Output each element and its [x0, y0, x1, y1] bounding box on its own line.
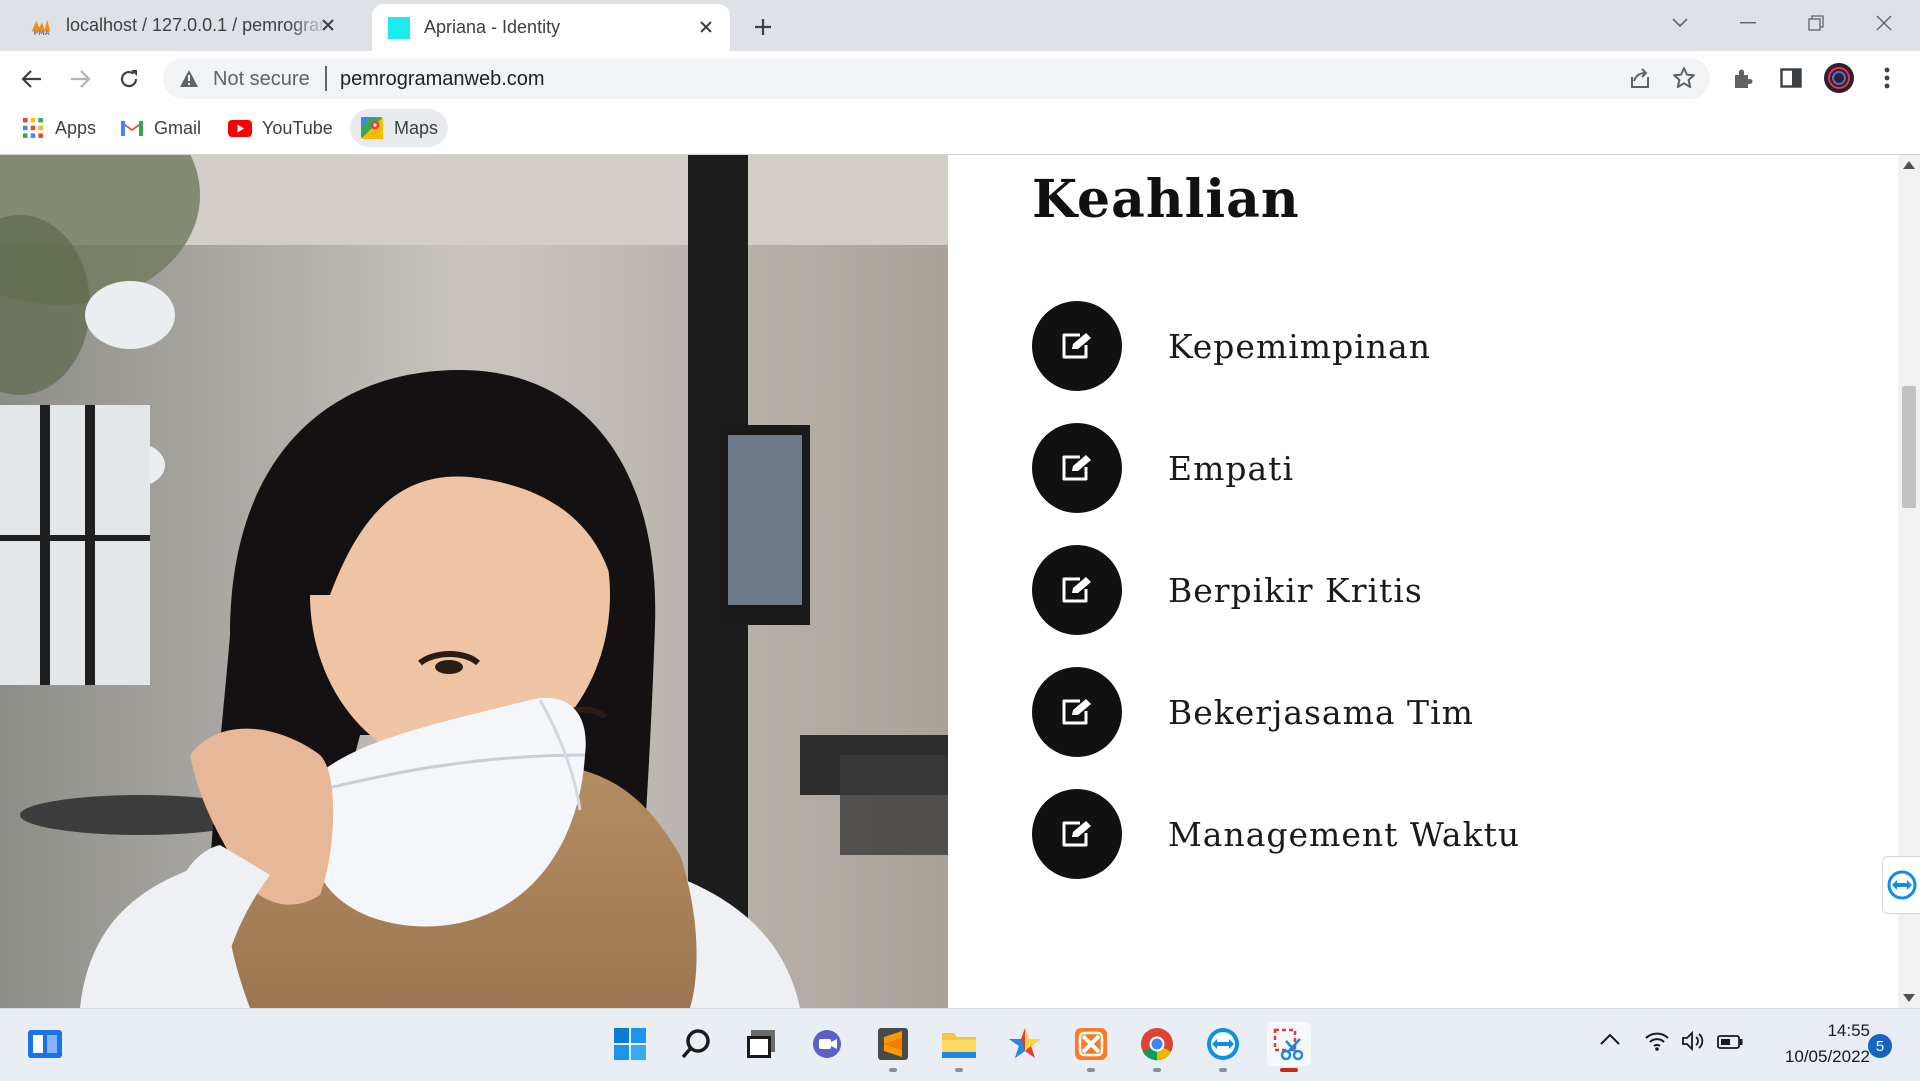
scrollbar-thumb[interactable] [1902, 386, 1916, 508]
separator [325, 66, 327, 91]
edit-icon [1062, 455, 1091, 481]
edit-icon [1062, 821, 1091, 847]
close-tab-icon[interactable] [316, 13, 340, 37]
scroll-up-icon[interactable] [1903, 161, 1915, 169]
search-icon[interactable] [674, 1022, 718, 1066]
tab-apriana-identity[interactable]: Apriana - Identity [372, 4, 730, 51]
notification-badge[interactable]: 5 [1868, 1034, 1892, 1058]
skill-label: Bekerjasama Tim [1168, 692, 1474, 732]
clock-date[interactable]: 10/05/2022 [1760, 1047, 1870, 1067]
clock-time[interactable]: 14:55 [1790, 1021, 1870, 1041]
taskbar: 14:55 10/05/2022 5 [0, 1008, 1920, 1081]
apps-grid-icon [21, 116, 45, 140]
skill-item: Management Waktu [1032, 789, 1520, 879]
teamviewer-icon[interactable] [1201, 1022, 1245, 1072]
tab-phpmyadmin[interactable]: PMA localhost / 127.0.0.1 / pemrograman [0, 0, 360, 51]
back-icon[interactable] [15, 62, 49, 96]
chat-icon[interactable] [805, 1022, 849, 1066]
edit-icon [1062, 333, 1091, 359]
running-indicator [1219, 1068, 1227, 1072]
new-tab-button[interactable] [748, 12, 778, 42]
phpmyadmin-icon: PMA [30, 15, 52, 37]
sublime-icon[interactable] [871, 1022, 915, 1072]
running-indicator [1153, 1068, 1161, 1072]
bookmark-maps[interactable]: Maps [350, 109, 449, 147]
gmail-icon [120, 116, 144, 140]
forward-icon[interactable] [63, 62, 97, 96]
task-view-icon[interactable] [739, 1022, 783, 1066]
tab-title: Apriana - Identity [424, 17, 561, 37]
maps-icon [360, 116, 384, 140]
url-text[interactable]: pemrogramanweb.com [340, 68, 545, 91]
skill-item: Empati [1032, 423, 1294, 513]
section-title: Keahlian [1032, 169, 1300, 230]
bookmark-gmail[interactable]: Gmail [110, 109, 211, 147]
running-indicator [955, 1068, 963, 1072]
restore-icon[interactable] [1796, 8, 1836, 38]
side-panel-icon[interactable] [1775, 62, 1807, 94]
cyan-square-icon [388, 16, 410, 39]
youtube-icon [228, 116, 252, 140]
scroll-down-icon[interactable] [1903, 994, 1915, 1002]
skill-label: Kepemimpinan [1168, 326, 1431, 366]
close-tab-icon[interactable] [694, 15, 718, 39]
volume-icon[interactable] [1681, 1031, 1705, 1051]
chevron-up-icon[interactable] [1600, 1033, 1620, 1045]
menu-icon[interactable] [1871, 62, 1903, 94]
battery-icon[interactable] [1717, 1035, 1743, 1049]
bookmark-label: Gmail [154, 117, 202, 138]
bookmark-apps[interactable]: Apps [11, 109, 106, 147]
skills-section: Keahlian Kepemimpinan Empati Berpikir Kr… [948, 155, 1898, 1008]
edit-icon [1062, 699, 1091, 725]
tab-search-icon[interactable] [1660, 8, 1700, 38]
bookmark-label: YouTube [262, 117, 333, 138]
teamviewer-widget[interactable] [1882, 856, 1920, 914]
address-bar[interactable]: Not secure pemrogramanweb.com [163, 58, 1710, 99]
wifi-icon[interactable] [1645, 1031, 1669, 1051]
bookmark-label: Maps [394, 117, 439, 138]
running-indicator [1280, 1068, 1298, 1072]
tab-strip: PMA localhost / 127.0.0.1 / pemrograman … [0, 0, 1920, 51]
minimize-icon[interactable] [1728, 8, 1768, 38]
page-content: Keahlian Kepemimpinan Empati Berpikir Kr… [0, 155, 1898, 1008]
chrome-icon[interactable] [1135, 1022, 1179, 1072]
share-icon[interactable] [1628, 67, 1652, 89]
profile-avatar[interactable] [1823, 62, 1855, 94]
close-window-icon[interactable] [1864, 8, 1904, 38]
start-icon[interactable] [608, 1022, 652, 1066]
skill-label: Berpikir Kritis [1168, 570, 1423, 610]
tab-title: localhost / 127.0.0.1 / pemrograman [66, 15, 328, 35]
snipping-tool-icon[interactable] [1267, 1022, 1311, 1072]
skill-icon-circle [1032, 301, 1122, 391]
skill-item: Bekerjasama Tim [1032, 667, 1474, 757]
widgets-icon[interactable] [23, 1022, 67, 1066]
skill-label: Empati [1168, 448, 1294, 488]
security-label[interactable]: Not secure [213, 68, 310, 91]
skill-label: Management Waktu [1168, 814, 1521, 854]
bookmark-star-icon[interactable] [1672, 66, 1696, 90]
teamviewer-icon [1887, 870, 1917, 900]
skill-item: Kepemimpinan [1032, 301, 1431, 391]
reload-icon[interactable] [112, 62, 146, 96]
running-indicator [889, 1068, 897, 1072]
bookmark-label: Apps [55, 117, 97, 138]
xampp-icon[interactable] [1069, 1022, 1113, 1072]
star-app-icon[interactable] [1003, 1022, 1047, 1066]
bookmark-youtube[interactable]: YouTube [218, 109, 343, 147]
running-indicator [1087, 1068, 1095, 1072]
browser-toolbar: Not secure pemrogramanweb.com [0, 51, 1920, 104]
file-explorer-icon[interactable] [937, 1022, 981, 1072]
svg-text:PMA: PMA [34, 29, 50, 36]
warning-icon[interactable] [179, 69, 199, 88]
profile-photo [0, 155, 948, 1008]
edit-icon [1062, 577, 1091, 603]
skill-icon-circle [1032, 789, 1122, 879]
skill-icon-circle [1032, 423, 1122, 513]
extensions-icon[interactable] [1727, 62, 1759, 94]
skill-icon-circle [1032, 545, 1122, 635]
bookmarks-bar: Apps Gmail YouTube Maps [0, 104, 1920, 155]
skill-icon-circle [1032, 667, 1122, 757]
skill-item: Berpikir Kritis [1032, 545, 1423, 635]
